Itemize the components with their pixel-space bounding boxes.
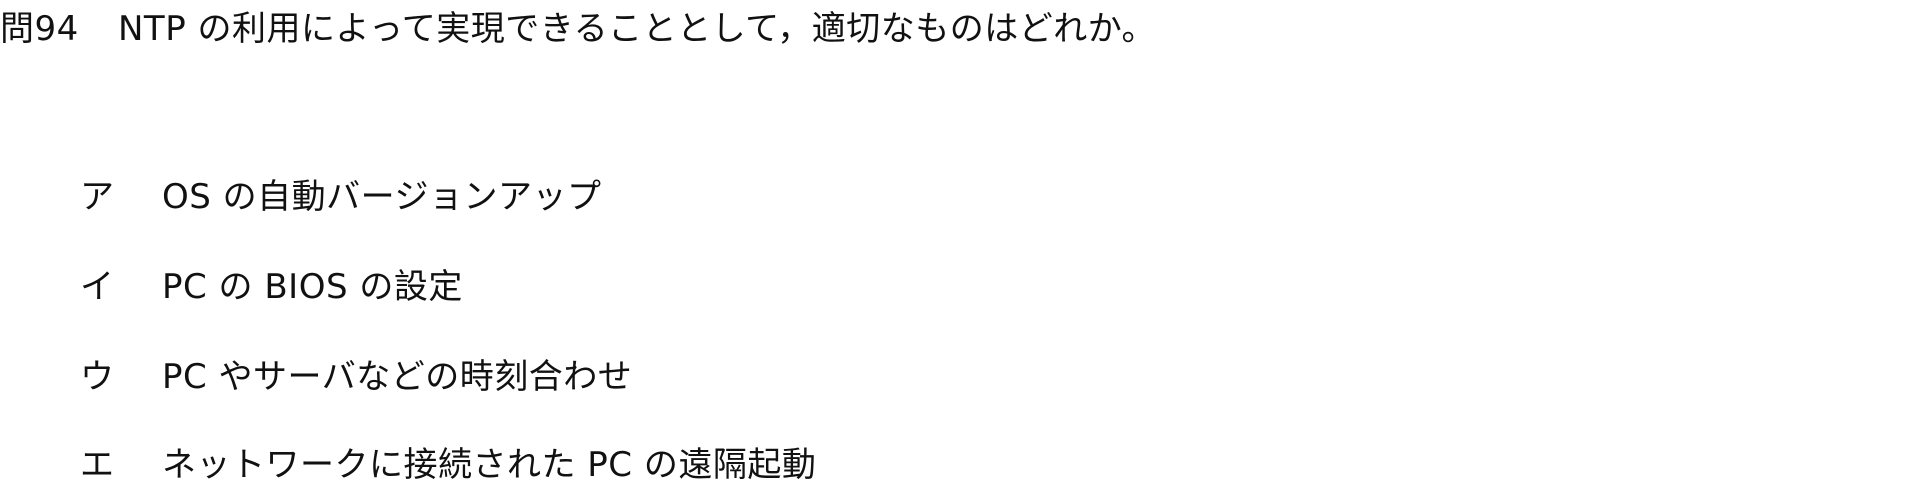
question-text: NTP の利用によって実現できることとして，適切なものはどれか。: [118, 9, 1157, 49]
choice-label: ア: [80, 177, 114, 217]
question-number: 問94: [0, 9, 79, 49]
choice-label: イ: [80, 267, 114, 307]
choice-text: PC の BIOS の設定: [162, 267, 463, 307]
choice-text: PC やサーバなどの時刻合わせ: [162, 357, 633, 397]
choice-label: エ: [80, 445, 114, 485]
choice-text: ネットワークに接続された PC の遠隔起動: [162, 445, 817, 485]
choice-label: ウ: [80, 357, 114, 397]
choice-text: OS の自動バージョンアップ: [162, 177, 602, 217]
question: 問94 NTP の利用によって実現できることとして，適切なものはどれか。: [0, 4, 1156, 54]
